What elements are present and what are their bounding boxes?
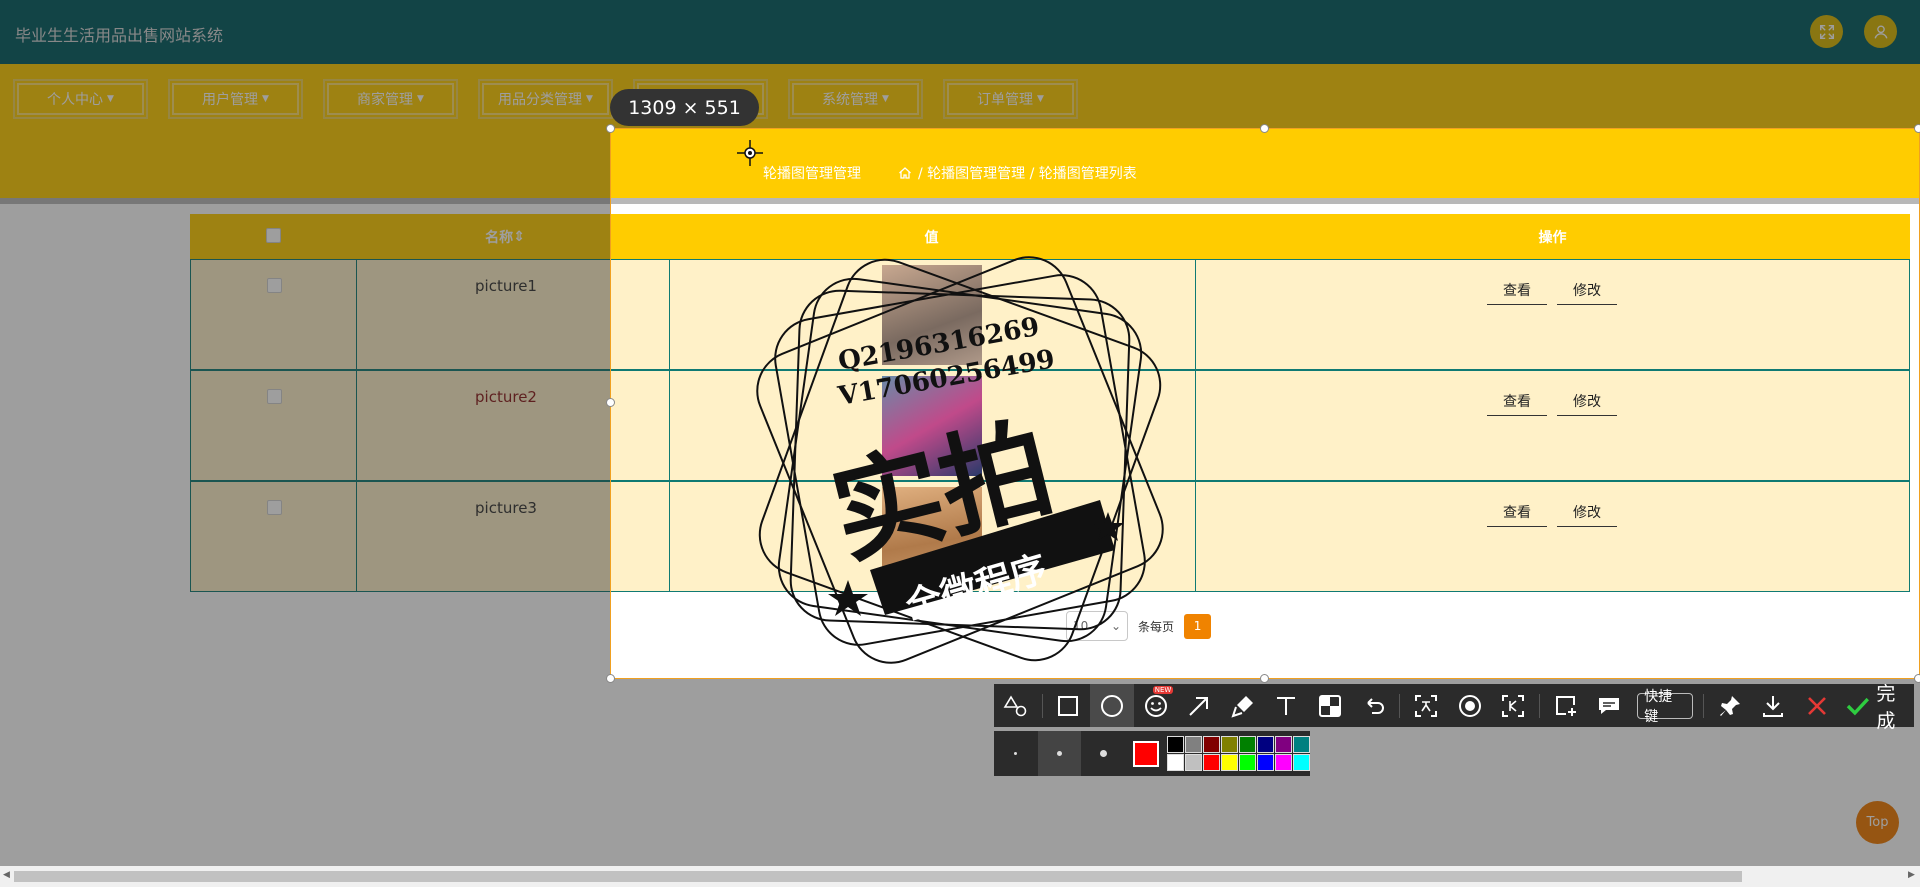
resize-handle[interactable]: [606, 124, 615, 133]
long-screenshot-icon: [1502, 694, 1525, 717]
capture-size-badge: 1309 × 551: [610, 89, 759, 126]
color-swatch[interactable]: [1185, 736, 1203, 753]
close-icon: [1807, 696, 1826, 715]
emoji-icon: [1144, 694, 1167, 717]
current-color-swatch[interactable]: [1133, 740, 1160, 767]
horizontal-scrollbar[interactable]: ◀ ▶: [0, 866, 1920, 887]
download-button[interactable]: [1751, 684, 1795, 727]
dim-overlay: [0, 0, 1920, 128]
style-toolbar: [994, 731, 1311, 776]
resize-handle[interactable]: [1260, 124, 1269, 133]
download-icon: [1763, 695, 1784, 717]
rectangle-button[interactable]: [1047, 684, 1091, 727]
text-icon: [1277, 696, 1296, 715]
shapes-button[interactable]: [994, 684, 1038, 727]
color-swatch[interactable]: [1293, 754, 1311, 771]
undo-button[interactable]: [1352, 684, 1396, 727]
color-swatch[interactable]: [1239, 754, 1257, 771]
crosshair-icon: [737, 140, 763, 166]
scrollbar-thumb[interactable]: [14, 871, 1742, 882]
color-swatch[interactable]: [1167, 754, 1185, 771]
color-swatch[interactable]: [1293, 736, 1311, 753]
page: 毕业生生活用品出售网站系统 个人中心 ▼ 用户管理 ▼ 商家管理 ▼ 用品分类管理 ▼ …: [0, 0, 1920, 887]
cancel-button[interactable]: [1795, 684, 1839, 727]
add-image-icon: [1555, 695, 1576, 716]
arrow-icon: [1189, 696, 1209, 716]
record-button[interactable]: [1448, 684, 1492, 727]
dim-overlay: [0, 128, 610, 679]
resize-handle[interactable]: [1260, 674, 1269, 683]
mosaic-button[interactable]: [1308, 684, 1352, 727]
resize-handle[interactable]: [606, 398, 615, 407]
color-swatch[interactable]: [1167, 736, 1185, 753]
stroke-medium-button[interactable]: [1037, 731, 1082, 776]
marker-icon: [1231, 695, 1253, 718]
text-button[interactable]: [1265, 684, 1309, 727]
comment-button[interactable]: [1588, 684, 1632, 727]
resize-handle[interactable]: [1914, 124, 1920, 133]
resize-handle[interactable]: [606, 674, 615, 683]
arrow-button[interactable]: [1177, 684, 1221, 727]
marker-button[interactable]: [1221, 684, 1265, 727]
medium-dot-icon: [1057, 751, 1063, 756]
ocr-button[interactable]: [1404, 684, 1448, 727]
stroke-small-button[interactable]: [994, 731, 1038, 776]
screenshot-toolbar: NEW 快捷键 完成: [994, 683, 1914, 732]
small-dot-icon: [1014, 752, 1018, 755]
color-palette: [1167, 736, 1311, 771]
long-screenshot-button[interactable]: [1492, 684, 1536, 727]
check-icon: [1846, 697, 1869, 715]
rectangle-icon: [1058, 695, 1079, 716]
pin-button[interactable]: [1708, 684, 1752, 727]
scroll-right-icon[interactable]: ▶: [1908, 870, 1915, 880]
color-swatch[interactable]: [1275, 736, 1293, 753]
comment-icon: [1599, 697, 1620, 714]
stroke-large-button[interactable]: [1081, 731, 1125, 776]
color-swatch[interactable]: [1239, 736, 1257, 753]
resize-handle[interactable]: [1914, 674, 1920, 683]
ellipse-button[interactable]: [1090, 684, 1134, 727]
color-swatch[interactable]: [1221, 736, 1239, 753]
ellipse-icon: [1100, 694, 1123, 717]
color-swatch[interactable]: [1221, 754, 1239, 771]
large-dot-icon: [1099, 750, 1107, 757]
undo-icon: [1366, 697, 1384, 714]
color-swatch[interactable]: [1203, 736, 1221, 753]
watermark-stamp: Q2196316269 V17060256499 实拍 全微程序: [756, 256, 1164, 664]
color-swatch[interactable]: [1275, 754, 1293, 771]
color-swatch[interactable]: [1257, 736, 1275, 753]
ocr-icon: [1415, 694, 1438, 717]
shapes-icon: [1003, 694, 1027, 716]
color-swatch[interactable]: [1185, 754, 1203, 771]
done-button[interactable]: 完成: [1845, 679, 1914, 733]
scroll-left-icon[interactable]: ◀: [3, 870, 10, 880]
color-swatch[interactable]: [1203, 754, 1221, 771]
mosaic-icon: [1318, 694, 1341, 717]
pin-icon: [1719, 695, 1740, 716]
add-image-button[interactable]: [1544, 684, 1588, 727]
emoji-button[interactable]: NEW: [1134, 684, 1178, 727]
color-swatch[interactable]: [1257, 754, 1275, 771]
shortcut-button[interactable]: 快捷键: [1637, 689, 1693, 725]
record-icon: [1458, 694, 1481, 717]
